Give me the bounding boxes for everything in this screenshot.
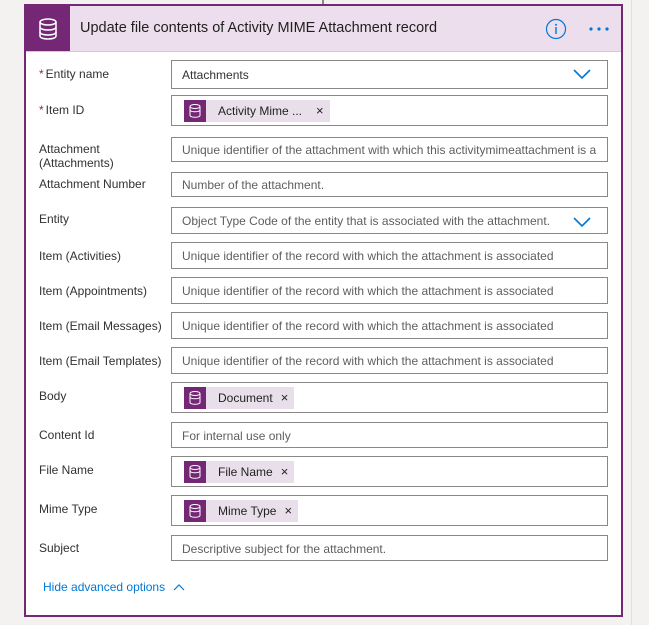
required-marker: * — [39, 103, 44, 117]
content-id-input[interactable]: For internal use only — [171, 422, 608, 448]
dynamic-content-token: Document × — [184, 387, 295, 409]
remove-token-icon[interactable]: × — [316, 100, 324, 122]
dynamic-content-token: Mime Type × — [184, 500, 299, 522]
file-name-label: File Name — [39, 463, 94, 477]
hide-advanced-options-label: Hide advanced options — [43, 580, 166, 594]
info-icon[interactable] — [545, 18, 567, 40]
subject-input[interactable]: Descriptive subject for the attachment. — [171, 535, 608, 561]
remove-token-icon[interactable]: × — [281, 387, 289, 409]
item-email-messages-placeholder: Unique identifier of the record with whi… — [182, 319, 554, 333]
content-id-placeholder: For internal use only — [182, 429, 291, 443]
database-icon — [184, 500, 206, 522]
token-label: Document — [218, 391, 273, 405]
item-activities-input[interactable]: Unique identifier of the record with whi… — [171, 242, 608, 269]
card-title: Update file contents of Activity MIME At… — [80, 20, 438, 36]
item-id-label: * Item ID — [39, 103, 84, 117]
body-field[interactable]: Document × — [171, 382, 608, 413]
dynamic-content-token: File Name × — [184, 461, 295, 483]
token-label: File Name — [218, 465, 273, 479]
subject-label: Subject — [39, 541, 80, 555]
database-icon — [26, 6, 70, 51]
item-id-field[interactable]: Activity Mime ... × — [171, 95, 608, 126]
item-id-label-text: Item ID — [45, 103, 85, 117]
remove-token-icon[interactable]: × — [284, 500, 292, 522]
mime-type-field[interactable]: Mime Type × — [171, 495, 608, 526]
token-label: Mime Type — [218, 504, 277, 518]
entity-name-value: Attachments — [182, 68, 249, 82]
attachment-number-input[interactable]: Number of the attachment. — [171, 172, 608, 197]
content-id-label: Content Id — [39, 428, 95, 442]
dynamic-content-token: Activity Mime ... × — [184, 100, 330, 122]
item-email-templates-input[interactable]: Unique identifier of the record with whi… — [171, 347, 608, 374]
attachment-number-label: Attachment Number — [39, 177, 146, 191]
item-activities-label: Item (Activities) — [39, 249, 122, 263]
entity-dropdown[interactable]: Object Type Code of the entity that is a… — [171, 207, 608, 234]
entity-name-label-text: Entity name — [45, 67, 110, 81]
item-email-templates-label: Item (Email Templates) — [39, 354, 162, 368]
item-email-templates-placeholder: Unique identifier of the record with whi… — [182, 354, 554, 368]
item-email-messages-label: Item (Email Messages) — [39, 319, 162, 333]
chevron-down-icon[interactable] — [573, 68, 591, 80]
item-appointments-placeholder: Unique identifier of the record with whi… — [182, 284, 554, 298]
item-email-messages-input[interactable]: Unique identifier of the record with whi… — [171, 312, 608, 339]
file-name-field[interactable]: File Name × — [171, 456, 608, 487]
token-label: Activity Mime ... — [218, 104, 303, 118]
body-label: Body — [39, 389, 67, 403]
entity-placeholder: Object Type Code of the entity that is a… — [182, 214, 550, 228]
attachment-label: Attachment (Attachments) — [39, 142, 114, 170]
item-appointments-label: Item (Appointments) — [39, 284, 148, 298]
remove-token-icon[interactable]: × — [281, 461, 289, 483]
hide-advanced-options-link[interactable]: Hide advanced options — [43, 580, 185, 594]
attachment-placeholder: Unique identifier of the attachment with… — [182, 143, 597, 157]
attachment-number-placeholder: Number of the attachment. — [182, 178, 325, 192]
action-card: Update file contents of Activity MIME At… — [24, 4, 623, 617]
subject-placeholder: Descriptive subject for the attachment. — [182, 542, 387, 556]
more-options-icon[interactable] — [586, 18, 612, 40]
chevron-up-icon — [173, 584, 185, 591]
item-appointments-input[interactable]: Unique identifier of the record with whi… — [171, 277, 608, 304]
required-marker: * — [39, 67, 44, 81]
card-header[interactable]: Update file contents of Activity MIME At… — [26, 6, 621, 52]
database-icon — [184, 461, 206, 483]
attachment-input[interactable]: Unique identifier of the attachment with… — [171, 137, 608, 162]
entity-name-label: * Entity name — [39, 67, 109, 81]
database-icon — [184, 387, 206, 409]
mime-type-label: Mime Type — [39, 502, 98, 516]
canvas-divider — [631, 0, 632, 625]
database-icon — [184, 100, 206, 122]
item-activities-placeholder: Unique identifier of the record with whi… — [182, 249, 554, 263]
entity-name-dropdown[interactable]: Attachments — [171, 60, 608, 89]
chevron-down-icon[interactable] — [573, 216, 591, 228]
entity-label: Entity — [39, 212, 70, 226]
